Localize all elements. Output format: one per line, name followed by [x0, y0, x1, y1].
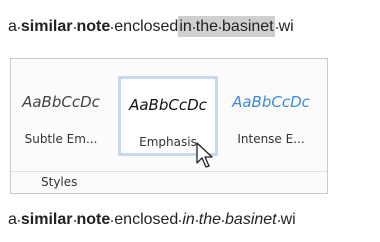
text-word: a [8, 18, 17, 35]
style-name: Subtle Em... [24, 132, 98, 146]
text-selection[interactable]: in the basinet [178, 16, 275, 37]
bold-word: note [76, 211, 111, 228]
text-word: enclosed [114, 18, 179, 35]
style-intense-emphasis[interactable]: AaBbCcDc Intense E... [221, 76, 321, 156]
document-line-selected[interactable]: a similar note enclosedin the basinet wi [8, 16, 294, 37]
text-word: a [8, 211, 17, 228]
bold-word: similar [20, 211, 73, 228]
italic-word: the [198, 211, 222, 228]
style-subtle-emphasis[interactable]: AaBbCcDc Subtle Em... [11, 76, 111, 156]
styles-group-label: Styles [11, 171, 327, 194]
text-word: wi [280, 211, 296, 228]
text-word: wi [278, 18, 294, 35]
style-preview: AaBbCcDc [129, 96, 207, 114]
bold-word: similar [20, 18, 73, 35]
document-line-result[interactable]: a similar note enclosed in the basinet wi [8, 211, 296, 229]
style-preview: AaBbCcDc [22, 93, 100, 111]
styles-ribbon-group: AaBbCcDc Subtle Em... AaBbCcDc Emphasis … [10, 58, 328, 194]
text-word: enclosed [114, 211, 179, 228]
styles-gallery: AaBbCcDc Subtle Em... AaBbCcDc Emphasis … [11, 59, 327, 167]
italic-word: basinet [225, 211, 277, 228]
mouse-pointer-icon [196, 142, 213, 168]
style-name: Intense E... [237, 132, 305, 146]
bold-word: note [76, 18, 111, 35]
italic-word: in [182, 211, 195, 228]
style-preview: AaBbCcDc [232, 93, 310, 111]
